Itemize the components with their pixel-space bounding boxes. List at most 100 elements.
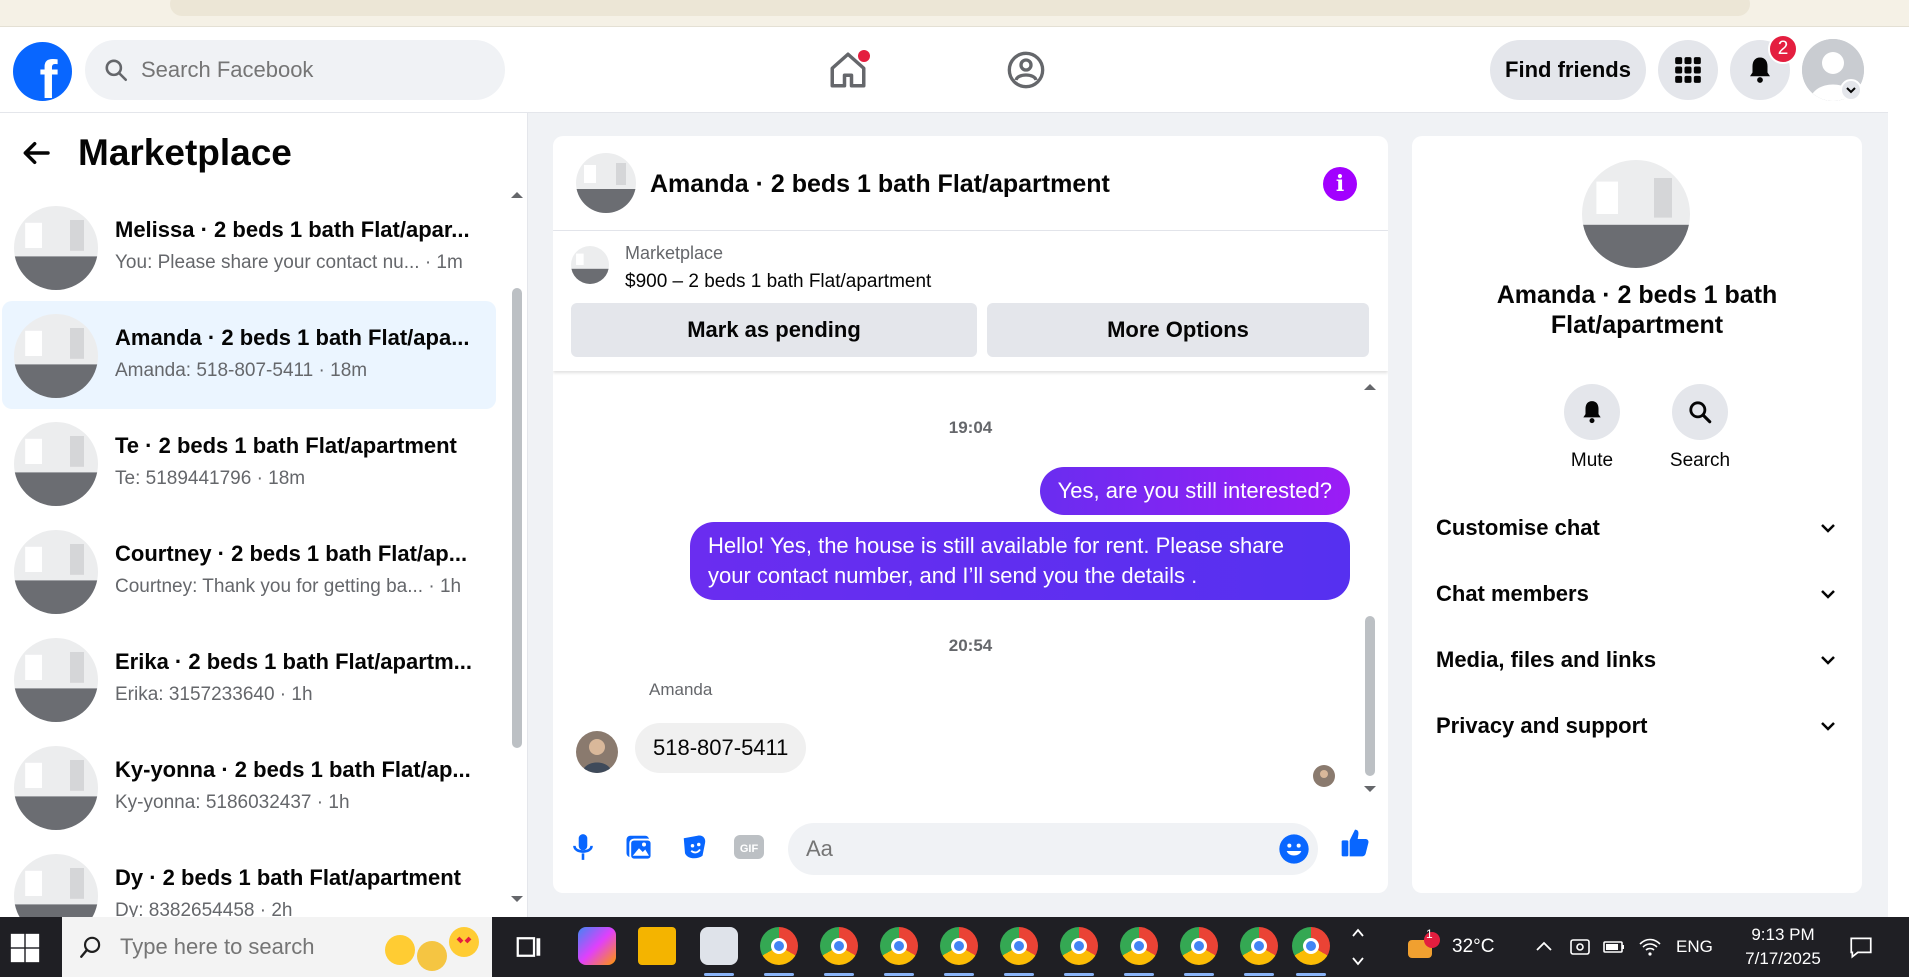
sidebar-scroll-thumb[interactable] bbox=[512, 288, 522, 748]
notification-center-icon[interactable] bbox=[1848, 934, 1874, 960]
chrome-app-icon[interactable] bbox=[940, 927, 978, 965]
grid-menu-icon bbox=[1675, 57, 1701, 83]
listing-thumbnail[interactable] bbox=[14, 746, 98, 830]
chrome-app-icon[interactable] bbox=[1000, 927, 1038, 965]
menu-button[interactable] bbox=[1658, 40, 1718, 100]
message-input-box[interactable] bbox=[788, 823, 1318, 875]
conversation-item[interactable]: Ky-yonna · 2 beds 1 bath Flat/ap... Ky-yo… bbox=[2, 733, 496, 841]
chat-scrollbar[interactable] bbox=[1361, 380, 1379, 800]
gif-button[interactable]: GIF bbox=[733, 831, 765, 863]
battery-icon[interactable] bbox=[1602, 935, 1626, 959]
listing-thumbnail[interactable] bbox=[14, 854, 98, 917]
mute-action[interactable]: Mute bbox=[1552, 384, 1632, 472]
address-bar[interactable] bbox=[170, 0, 1750, 16]
find-friends-button[interactable]: Find friends bbox=[1490, 40, 1646, 100]
page-scrollbar[interactable] bbox=[1888, 27, 1909, 917]
send-like-button[interactable] bbox=[1339, 827, 1371, 859]
chat-header[interactable]: Amanda · 2 beds 1 bath Flat/apartment i bbox=[553, 136, 1388, 231]
taskbar-search-box[interactable] bbox=[62, 917, 492, 977]
clock-time: 9:13 PM bbox=[1751, 925, 1815, 944]
chat-members-section[interactable]: Chat members bbox=[1436, 574, 1838, 614]
conversation-item[interactable]: Melissa · 2 beds 1 bath Flat/apar... You:… bbox=[2, 193, 496, 301]
chrome-app-icon[interactable] bbox=[880, 927, 918, 965]
marketplace-label: Marketplace bbox=[625, 243, 724, 263]
search-icon bbox=[1689, 401, 1712, 424]
section-label: Chat members bbox=[1436, 581, 1589, 606]
conversation-item[interactable]: Amanda · 2 beds 1 bath Flat/apa... Amanda… bbox=[2, 301, 496, 409]
file-explorer-icon[interactable] bbox=[638, 927, 676, 965]
listing-thumbnail[interactable] bbox=[571, 246, 609, 284]
outgoing-message[interactable]: Hello! Yes, the house is still available… bbox=[690, 522, 1350, 600]
app-active-indicator bbox=[944, 973, 974, 976]
copilot-app-icon[interactable] bbox=[578, 927, 616, 965]
thumbs-up-icon bbox=[1341, 829, 1369, 857]
chrome-app-icon[interactable] bbox=[1240, 927, 1278, 965]
conversation-item[interactable]: Te · 2 beds 1 bath Flat/apartment Te: 518… bbox=[2, 409, 496, 517]
search-in-chat-button[interactable] bbox=[1672, 384, 1728, 440]
contact-listing-photo[interactable] bbox=[1582, 160, 1690, 268]
search-input[interactable] bbox=[141, 57, 471, 83]
mute-button[interactable] bbox=[1564, 384, 1620, 440]
scroll-down-icon[interactable] bbox=[1361, 784, 1379, 796]
windows-start-icon[interactable] bbox=[8, 931, 42, 965]
sender-avatar[interactable] bbox=[576, 731, 618, 773]
search-action[interactable]: Search bbox=[1660, 384, 1740, 472]
conversation-preview: Dy: 8382654458 · 2h bbox=[115, 900, 293, 917]
notifications-badge: 2 bbox=[1768, 34, 1798, 64]
sidebar-scrollbar[interactable] bbox=[508, 188, 526, 908]
conversation-item[interactable]: Dy · 2 beds 1 bath Flat/apartment Dy: 838… bbox=[2, 841, 496, 917]
sticker-button[interactable] bbox=[679, 831, 711, 863]
wifi-icon[interactable] bbox=[1638, 935, 1662, 959]
notifications-button[interactable]: 2 bbox=[1730, 34, 1798, 100]
chrome-app-icon[interactable] bbox=[1180, 927, 1218, 965]
chat-listing-avatar[interactable] bbox=[576, 153, 636, 213]
task-view-icon[interactable] bbox=[514, 932, 544, 962]
app-active-indicator bbox=[1296, 973, 1326, 976]
chrome-app-icon[interactable] bbox=[1292, 927, 1330, 965]
mark-as-pending-button[interactable]: Mark as pending bbox=[571, 303, 977, 357]
sender-name: Amanda bbox=[649, 680, 713, 699]
chrome-app-icon[interactable] bbox=[760, 927, 798, 965]
chrome-app-icon[interactable] bbox=[1120, 927, 1158, 965]
incoming-message[interactable]: 518-807-5411 bbox=[635, 723, 807, 773]
system-clock[interactable]: 9:13 PM 7/17/2025 bbox=[1728, 923, 1838, 971]
scroll-down-icon[interactable] bbox=[508, 894, 526, 906]
room-photo-icon bbox=[14, 854, 98, 917]
attach-media-button[interactable] bbox=[623, 831, 655, 863]
account-menu-chevron[interactable] bbox=[1840, 79, 1862, 101]
back-arrow-icon[interactable] bbox=[20, 137, 52, 169]
listing-price-title[interactable]: $900 – 2 beds 1 bath Flat/apartment bbox=[625, 271, 931, 293]
meet-now-icon[interactable] bbox=[1568, 935, 1592, 959]
conversation-item[interactable]: Erika · 2 beds 1 bath Flat/apartm... Erik… bbox=[2, 625, 496, 733]
listing-thumbnail[interactable] bbox=[14, 206, 98, 290]
show-hidden-icons-icon[interactable] bbox=[1534, 937, 1554, 957]
facebook-logo-icon[interactable]: f bbox=[13, 42, 72, 101]
taskbar-overflow-icon[interactable] bbox=[1350, 924, 1366, 970]
chrome-app-icon[interactable] bbox=[1060, 927, 1098, 965]
conversation-item[interactable]: Courtney · 2 beds 1 bath Flat/ap... Court… bbox=[2, 517, 496, 625]
search-box[interactable] bbox=[85, 40, 505, 100]
snipping-tool-icon[interactable] bbox=[700, 927, 738, 965]
voice-clip-button[interactable] bbox=[567, 831, 599, 863]
more-options-button[interactable]: More Options bbox=[987, 303, 1369, 357]
chrome-app-icon[interactable] bbox=[820, 927, 858, 965]
emoji-icon[interactable] bbox=[1278, 833, 1310, 865]
input-language[interactable]: ENG bbox=[1676, 917, 1713, 977]
weather-widget[interactable]: 1 32°C bbox=[1404, 917, 1494, 977]
listing-thumbnail[interactable] bbox=[14, 530, 98, 614]
chat-scroll-thumb[interactable] bbox=[1365, 616, 1375, 776]
scroll-up-icon[interactable] bbox=[1361, 380, 1379, 392]
listing-thumbnail[interactable] bbox=[14, 314, 98, 398]
scroll-up-icon[interactable] bbox=[508, 188, 526, 200]
privacy-support-section[interactable]: Privacy and support bbox=[1436, 706, 1838, 746]
taskbar-search-input[interactable] bbox=[120, 934, 370, 960]
media-files-links-section[interactable]: Media, files and links bbox=[1436, 640, 1838, 680]
outgoing-message[interactable]: Yes, are you still interested? bbox=[1039, 467, 1350, 515]
customise-chat-section[interactable]: Customise chat bbox=[1436, 508, 1838, 548]
listing-thumbnail[interactable] bbox=[14, 422, 98, 506]
listing-thumbnail[interactable] bbox=[14, 638, 98, 722]
home-nav-button[interactable] bbox=[822, 44, 874, 96]
message-input[interactable] bbox=[806, 836, 1246, 862]
groups-nav-button[interactable] bbox=[1000, 44, 1052, 96]
info-button[interactable]: i bbox=[1323, 167, 1357, 201]
